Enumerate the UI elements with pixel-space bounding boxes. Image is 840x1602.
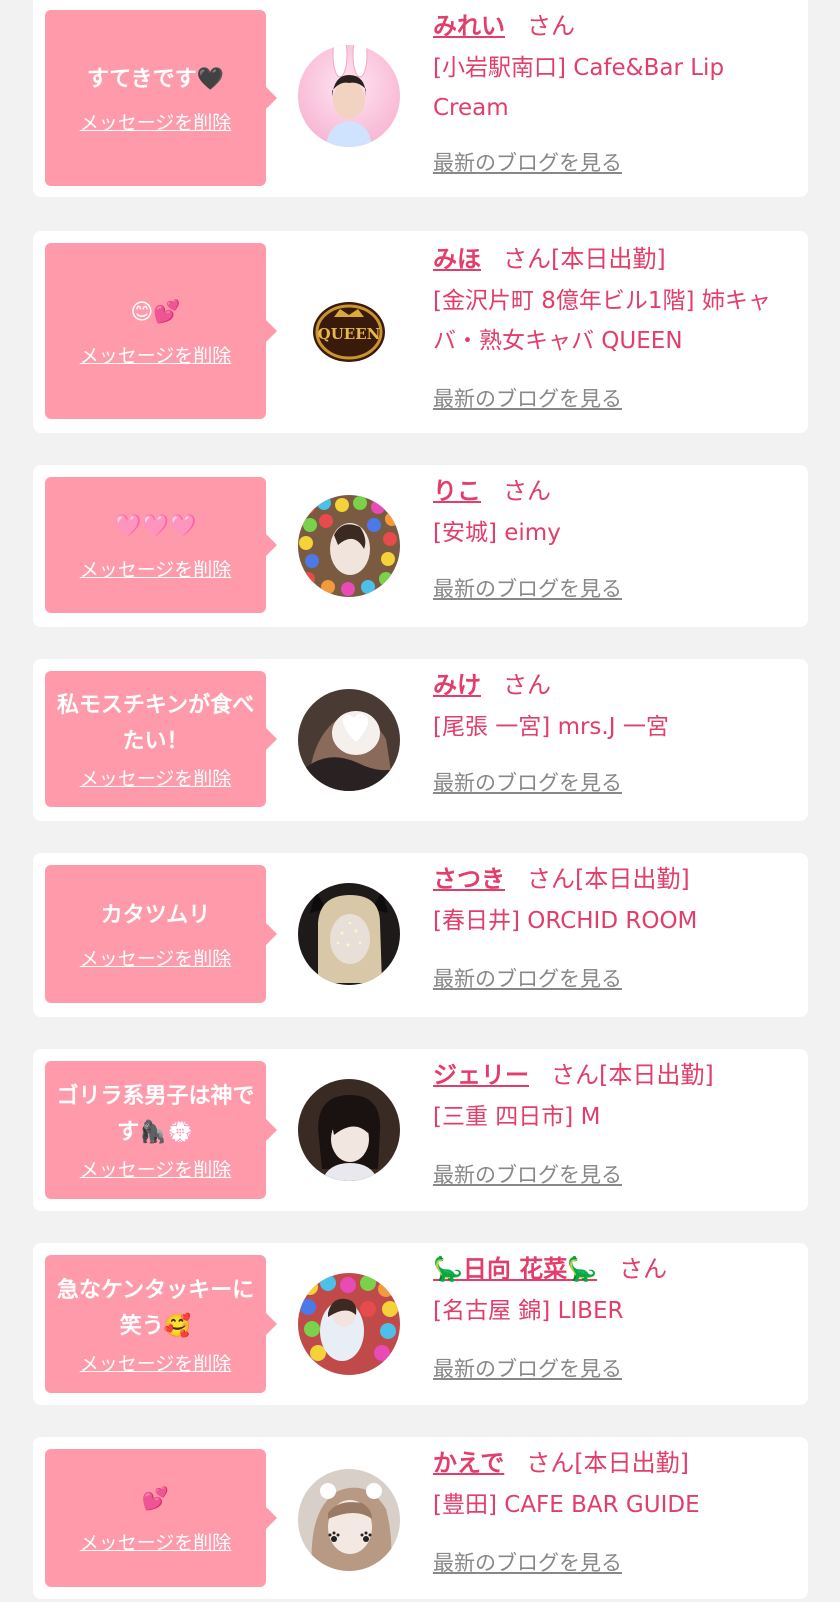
- cast-name-link[interactable]: りこ: [433, 477, 481, 505]
- avatar-image: [298, 1469, 400, 1571]
- message-list: すてきです🖤 メッセージを削除 みれい さん [小岩駅南口] Cafe&Bar L…: [0, 0, 840, 1602]
- cast-name-link[interactable]: さつき: [433, 865, 505, 893]
- shop-name: [春日井] ORCHID ROOM: [433, 908, 698, 934]
- message-bubble: 急なケンタッキーに笑う🥰 メッセージを削除: [45, 1255, 277, 1393]
- name-suffix: さん: [527, 12, 575, 40]
- message-bubble: 私モスチキンが食べたい！ メッセージを削除: [45, 671, 277, 807]
- message-bubble: ゴリラ系男子は神です🦍💮 メッセージを削除: [45, 1061, 277, 1199]
- shop-name: [安城] eimy: [433, 520, 561, 546]
- profile-info: みれい さん [小岩駅南口] Cafe&Bar Lip Cream: [433, 10, 798, 128]
- message-bubble: 🩷🩷🩷 メッセージを削除: [45, 477, 277, 613]
- avatar[interactable]: [298, 1079, 400, 1181]
- cast-name-link[interactable]: みほ: [433, 245, 481, 273]
- message-bubble: すてきです🖤 メッセージを削除: [45, 10, 277, 186]
- latest-blog-link[interactable]: 最新のブログを見る: [433, 963, 622, 993]
- message-card: 💕 メッセージを削除 かえで さん[本日出勤] [豊田] CAFE BAR GUI…: [33, 1437, 808, 1599]
- message-bubble: カタツムリ メッセージを削除: [45, 865, 277, 1003]
- message-text: 急なケンタッキーに笑う🥰: [56, 1277, 255, 1339]
- delete-message-link[interactable]: メッセージを削除: [80, 1349, 232, 1376]
- message-card: 😊💕 メッセージを削除 QUEEN みほ さん[本日出勤] [金沢片町 8億年ビル…: [33, 231, 808, 433]
- svg-text:QUEEN: QUEEN: [318, 325, 381, 343]
- avatar[interactable]: [298, 689, 400, 791]
- avatar[interactable]: [298, 883, 400, 985]
- profile-info: さつき さん[本日出勤] [春日井] ORCHID ROOM: [433, 863, 798, 941]
- name-suffix: さん: [619, 1255, 668, 1283]
- message-text: ゴリラ系男子は神です🦍💮: [56, 1083, 255, 1145]
- message-card: カタツムリ メッセージを削除 さつき さん[本日出勤] [春日井] ORCHID …: [33, 853, 808, 1017]
- name-suffix: さん: [503, 477, 551, 505]
- avatar-image: [298, 1273, 400, 1375]
- message-text: 🩷🩷🩷: [114, 513, 197, 539]
- profile-info: みほ さん[本日出勤] [金沢片町 8億年ビル1階] 姉キャバ・熟女キャバ QUE…: [433, 243, 798, 361]
- name-suffix: さん: [503, 671, 551, 699]
- cast-name-link[interactable]: ジェリー: [433, 1061, 529, 1089]
- latest-blog-link[interactable]: 最新のブログを見る: [433, 383, 622, 413]
- message-bubble: 💕 メッセージを削除: [45, 1449, 277, 1587]
- profile-info: 🦕日向 花菜🦕 さん [名古屋 錦] LIBER: [433, 1253, 798, 1331]
- profile-info: りこ さん [安城] eimy: [433, 475, 798, 553]
- shop-name: [尾張 一宮] mrs.J 一宮: [433, 714, 669, 740]
- avatar-image: [298, 883, 400, 985]
- avatar-image: [298, 495, 400, 597]
- delete-message-link[interactable]: メッセージを削除: [80, 764, 232, 791]
- message-card: 急なケンタッキーに笑う🥰 メッセージを削除 🦕日向 花菜🦕 さん [名古屋 錦] …: [33, 1243, 808, 1405]
- shop-name: [金沢片町 8億年ビル1階] 姉キャバ・熟女キャバ QUEEN: [433, 288, 771, 354]
- name-suffix: さん[本日出勤]: [551, 1061, 714, 1089]
- cast-name-link[interactable]: 🦕日向 花菜🦕: [433, 1255, 597, 1283]
- cast-name-link[interactable]: かえで: [433, 1449, 504, 1477]
- latest-blog-link[interactable]: 最新のブログを見る: [433, 1353, 622, 1383]
- message-card: 私モスチキンが食べたい！ メッセージを削除 みけ さん [尾張 一宮] mrs.J…: [33, 659, 808, 821]
- delete-message-link[interactable]: メッセージを削除: [80, 108, 232, 135]
- message-bubble: 😊💕 メッセージを削除: [45, 243, 277, 419]
- avatar[interactable]: [298, 495, 400, 597]
- latest-blog-link[interactable]: 最新のブログを見る: [433, 767, 622, 797]
- message-text: 私モスチキンが食べたい！: [56, 692, 255, 754]
- avatar-image: [298, 1079, 400, 1181]
- profile-info: かえで さん[本日出勤] [豊田] CAFE BAR GUIDE: [433, 1447, 798, 1525]
- profile-info: ジェリー さん[本日出勤] [三重 四日市] M: [433, 1059, 798, 1137]
- name-suffix: さん[本日出勤]: [526, 1449, 690, 1477]
- message-text: 💕: [141, 1486, 170, 1512]
- delete-message-link[interactable]: メッセージを削除: [80, 1528, 232, 1555]
- name-suffix: さん[本日出勤]: [527, 865, 690, 893]
- shop-name: [名古屋 錦] LIBER: [433, 1298, 624, 1324]
- profile-info: みけ さん [尾張 一宮] mrs.J 一宮: [433, 669, 798, 747]
- delete-message-link[interactable]: メッセージを削除: [80, 1155, 232, 1182]
- avatar[interactable]: [298, 45, 400, 147]
- queen-logo-icon: QUEEN: [313, 302, 385, 362]
- latest-blog-link[interactable]: 最新のブログを見る: [433, 573, 622, 603]
- name-suffix: さん[本日出勤]: [503, 245, 666, 273]
- avatar-image: [298, 45, 400, 147]
- message-text: すてきです🖤: [87, 66, 224, 92]
- cast-name-link[interactable]: みけ: [433, 671, 481, 699]
- message-text: カタツムリ: [100, 902, 211, 928]
- avatar[interactable]: [298, 1469, 400, 1571]
- delete-message-link[interactable]: メッセージを削除: [80, 944, 232, 971]
- avatar[interactable]: QUEEN: [298, 281, 400, 383]
- avatar[interactable]: [298, 1273, 400, 1375]
- latest-blog-link[interactable]: 最新のブログを見る: [433, 1159, 622, 1189]
- latest-blog-link[interactable]: 最新のブログを見る: [433, 1547, 622, 1577]
- delete-message-link[interactable]: メッセージを削除: [80, 341, 232, 368]
- delete-message-link[interactable]: メッセージを削除: [80, 555, 232, 582]
- shop-name: [豊田] CAFE BAR GUIDE: [433, 1492, 700, 1518]
- message-card: すてきです🖤 メッセージを削除 みれい さん [小岩駅南口] Cafe&Bar L…: [33, 0, 808, 197]
- avatar-image: [298, 689, 400, 791]
- message-card: 🩷🩷🩷 メッセージを削除 りこ さん [安城] eimy 最新のブログを見る: [33, 465, 808, 627]
- shop-name: [三重 四日市] M: [433, 1104, 601, 1130]
- latest-blog-link[interactable]: 最新のブログを見る: [433, 147, 622, 177]
- message-text: 😊💕: [130, 299, 181, 325]
- shop-name: [小岩駅南口] Cafe&Bar Lip Cream: [433, 55, 725, 121]
- message-card: ゴリラ系男子は神です🦍💮 メッセージを削除 ジェリー さん[本日出勤] [三重 四…: [33, 1049, 808, 1211]
- cast-name-link[interactable]: みれい: [433, 12, 505, 40]
